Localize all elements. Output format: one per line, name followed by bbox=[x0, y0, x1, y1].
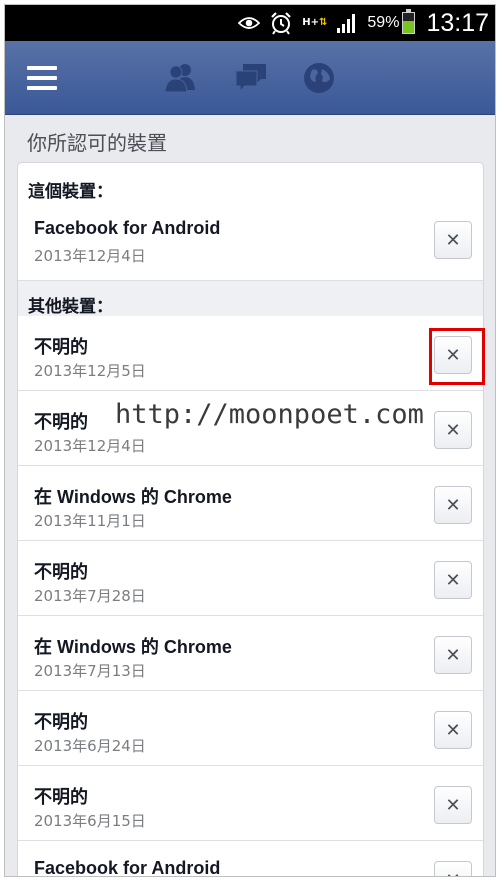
clock: 13:17 bbox=[426, 8, 489, 37]
remove-device-button[interactable]: ✕ bbox=[434, 486, 472, 524]
device-name: 在 Windows 的 Chrome bbox=[34, 487, 232, 507]
list-item: Facebook for Android ✕ bbox=[18, 841, 483, 877]
device-date: 2013年6月24日 bbox=[34, 737, 146, 755]
eye-icon bbox=[238, 15, 261, 31]
remove-device-button[interactable]: ✕ bbox=[434, 861, 472, 877]
list-item: 在 Windows 的 Chrome 2013年7月13日 ✕ bbox=[18, 616, 483, 691]
device-name: Facebook for Android bbox=[34, 858, 221, 877]
battery-indicator: 59% bbox=[367, 9, 416, 34]
notifications-globe-icon[interactable] bbox=[301, 60, 337, 96]
close-icon: ✕ bbox=[445, 644, 461, 666]
list-item: 不明的 2013年6月15日 ✕ bbox=[18, 766, 483, 841]
alarm-clock-icon bbox=[269, 11, 293, 35]
list-item: 不明的 2013年6月24日 ✕ bbox=[18, 691, 483, 766]
remove-device-button[interactable]: ✕ bbox=[434, 411, 472, 449]
watermark: http://moonpoet.com bbox=[115, 399, 424, 430]
phone-screen: H+ ⇅ 59% 13:17 你所認可的裝置 這個裝置： Facebook fo… bbox=[4, 4, 496, 877]
device-name: 在 Windows 的 Chrome bbox=[34, 637, 232, 657]
h-plus-data-icon: H+ ⇅ bbox=[302, 17, 328, 28]
remove-device-button[interactable]: ✕ bbox=[434, 561, 472, 599]
friend-requests-icon[interactable] bbox=[163, 60, 199, 96]
close-icon: ✕ bbox=[445, 569, 461, 591]
device-date: 2013年12月4日 bbox=[34, 437, 146, 455]
list-item: 不明的 2013年12月5日 ✕ bbox=[18, 316, 483, 391]
device-date: 2013年12月4日 bbox=[34, 247, 146, 265]
other-devices-heading: 其他裝置： bbox=[28, 297, 113, 317]
remove-device-button[interactable]: ✕ bbox=[434, 636, 472, 674]
device-name: 不明的 bbox=[34, 712, 88, 732]
list-item: 不明的 2013年7月28日 ✕ bbox=[18, 541, 483, 616]
close-icon: ✕ bbox=[445, 794, 461, 816]
close-icon: ✕ bbox=[445, 419, 461, 441]
highlight-box bbox=[429, 328, 485, 385]
device-name: Facebook for Android bbox=[34, 218, 221, 238]
device-date: 2013年11月1日 bbox=[34, 512, 146, 530]
facebook-header-bar bbox=[5, 41, 495, 115]
list-item: 在 Windows 的 Chrome 2013年11月1日 ✕ bbox=[18, 466, 483, 541]
messages-icon[interactable] bbox=[233, 60, 269, 96]
page-title: 你所認可的裝置 bbox=[27, 131, 167, 155]
device-date: 2013年7月13日 bbox=[34, 662, 146, 680]
remove-device-button[interactable]: ✕ bbox=[434, 711, 472, 749]
device-date: 2013年12月5日 bbox=[34, 362, 146, 380]
device-name: 不明的 bbox=[34, 787, 88, 807]
status-bar: H+ ⇅ 59% 13:17 bbox=[5, 5, 495, 41]
close-icon: ✕ bbox=[445, 719, 461, 741]
network-type-label: H+ bbox=[302, 17, 320, 28]
this-device-heading: 這個裝置： bbox=[28, 182, 113, 202]
remove-device-button[interactable]: ✕ bbox=[434, 221, 472, 259]
signal-bars-icon bbox=[336, 12, 358, 34]
battery-icon bbox=[402, 9, 416, 34]
list-item: Facebook for Android 2013年12月4日 ✕ bbox=[18, 201, 483, 281]
menu-icon[interactable] bbox=[27, 66, 57, 90]
authorized-devices-card: 這個裝置： Facebook for Android 2013年12月4日 ✕ … bbox=[17, 162, 484, 877]
device-name: 不明的 bbox=[34, 412, 88, 432]
close-icon: ✕ bbox=[445, 494, 461, 516]
device-name: 不明的 bbox=[34, 562, 88, 582]
device-date: 2013年6月15日 bbox=[34, 812, 146, 830]
device-name: 不明的 bbox=[34, 337, 88, 357]
close-icon: ✕ bbox=[445, 229, 461, 251]
remove-device-button[interactable]: ✕ bbox=[434, 786, 472, 824]
device-date: 2013年7月28日 bbox=[34, 587, 146, 605]
close-icon: ✕ bbox=[445, 870, 460, 877]
battery-percent: 59% bbox=[367, 14, 400, 31]
